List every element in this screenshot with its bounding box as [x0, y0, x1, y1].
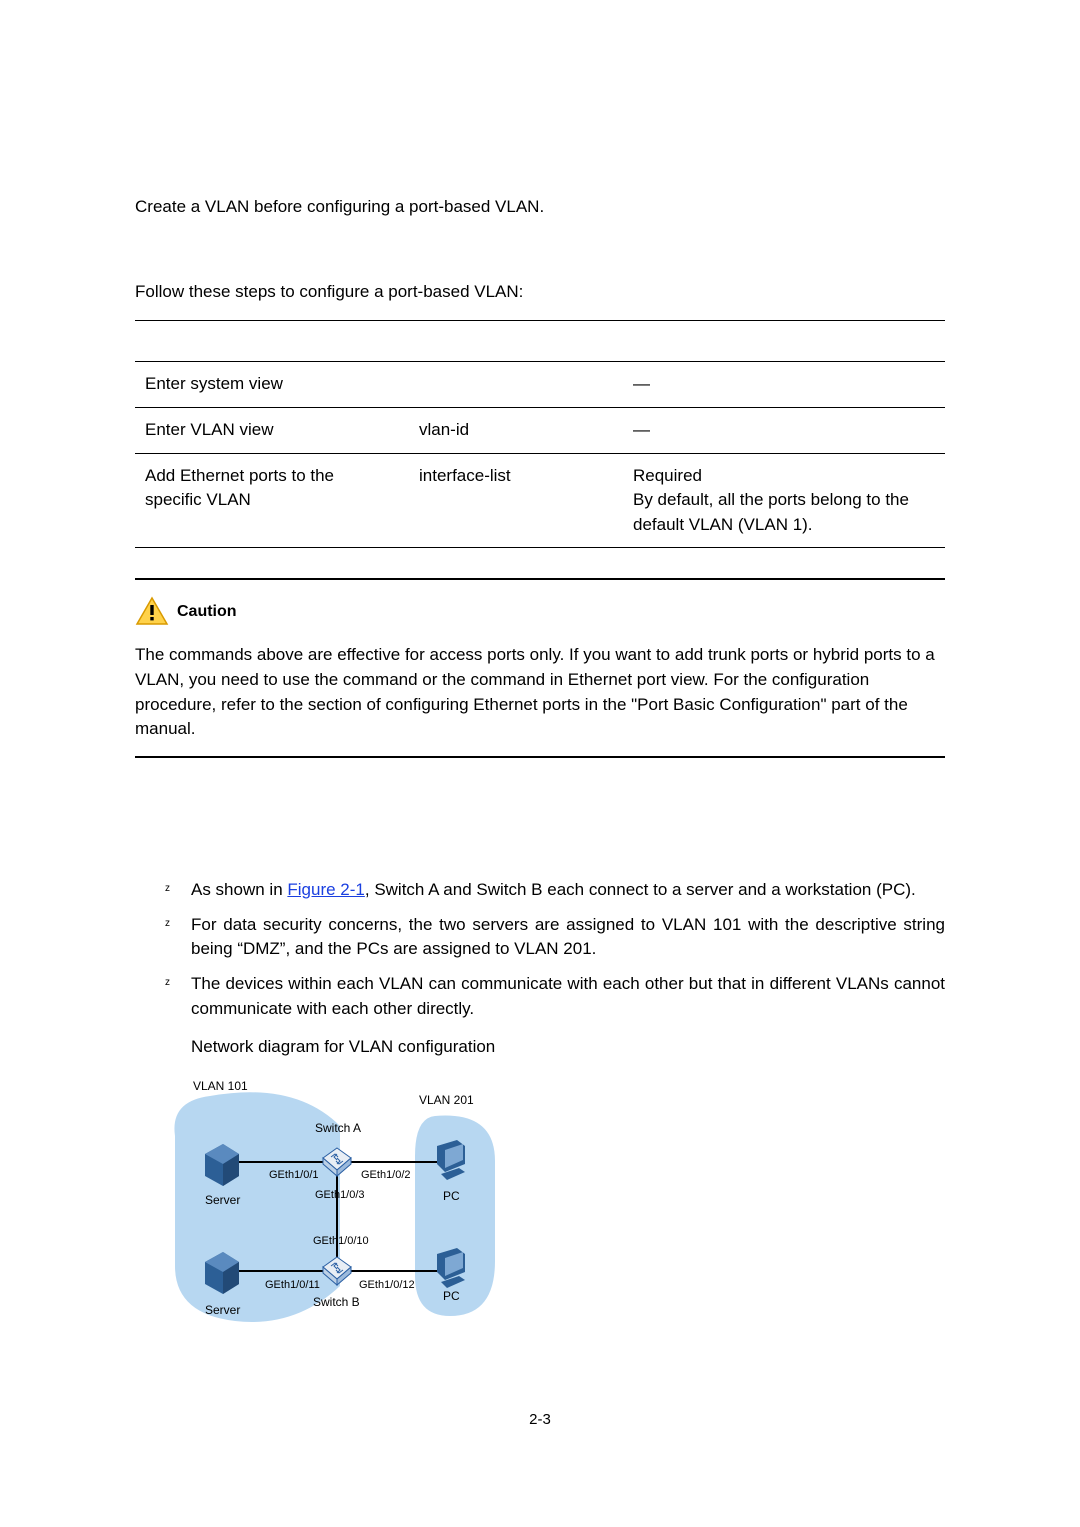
table-row: Enter system view — [135, 362, 945, 408]
svg-text:VLAN 201: VLAN 201 [419, 1093, 474, 1107]
list-item: The devices within each VLAN can communi… [135, 972, 945, 1021]
figure-caption: Network diagram for VLAN configuration [135, 1035, 945, 1060]
table-row: Enter VLAN view vlan-id — [135, 407, 945, 453]
intro-lead: Follow these steps to configure a port-b… [135, 280, 945, 305]
list-item: For data security concerns, the two serv… [135, 913, 945, 962]
callout-top-rule [135, 578, 945, 580]
svg-text:Switch A: Switch A [315, 1121, 361, 1135]
svg-text:VLAN 101: VLAN 101 [193, 1079, 248, 1093]
table-row: Add Ethernet ports to the specific VLAN … [135, 453, 945, 548]
svg-text:PC: PC [443, 1189, 460, 1203]
svg-text:GEth1/0/1: GEth1/0/1 [269, 1169, 319, 1181]
svg-text:Server: Server [205, 1303, 240, 1317]
page-number: 2-3 [135, 1409, 945, 1431]
svg-text:GEth1/0/3: GEth1/0/3 [315, 1189, 365, 1201]
svg-text:GEth1/0/2: GEth1/0/2 [361, 1169, 411, 1181]
warning-triangle-icon [135, 596, 169, 626]
svg-text:GEth1/0/12: GEth1/0/12 [359, 1279, 415, 1291]
svg-text:GEth1/0/11: GEth1/0/11 [265, 1279, 320, 1291]
svg-text:PC: PC [443, 1289, 460, 1303]
network-diagram: VLAN 101 VLAN 201 Switch A Switch B Serv… [165, 1066, 505, 1354]
svg-text:Switch B: Switch B [313, 1295, 360, 1309]
requirements-list: As shown in Figure 2-1, Switch A and Swi… [135, 878, 945, 1021]
page: Create a VLAN before configuring a port-… [135, 0, 945, 1470]
intro-note: Create a VLAN before configuring a port-… [135, 195, 945, 220]
svg-text:Server: Server [205, 1193, 240, 1207]
caution-header: Caution [135, 596, 945, 626]
figure-link[interactable]: Figure 2-1 [287, 880, 364, 899]
list-item: As shown in Figure 2-1, Switch A and Swi… [135, 878, 945, 903]
config-table: Enter system view — Enter VLAN view vlan… [135, 320, 945, 548]
caution-body: The commands above are effective for acc… [135, 643, 945, 742]
caution-title: Caution [177, 600, 237, 623]
svg-text:GEth1/0/10: GEth1/0/10 [313, 1235, 369, 1247]
